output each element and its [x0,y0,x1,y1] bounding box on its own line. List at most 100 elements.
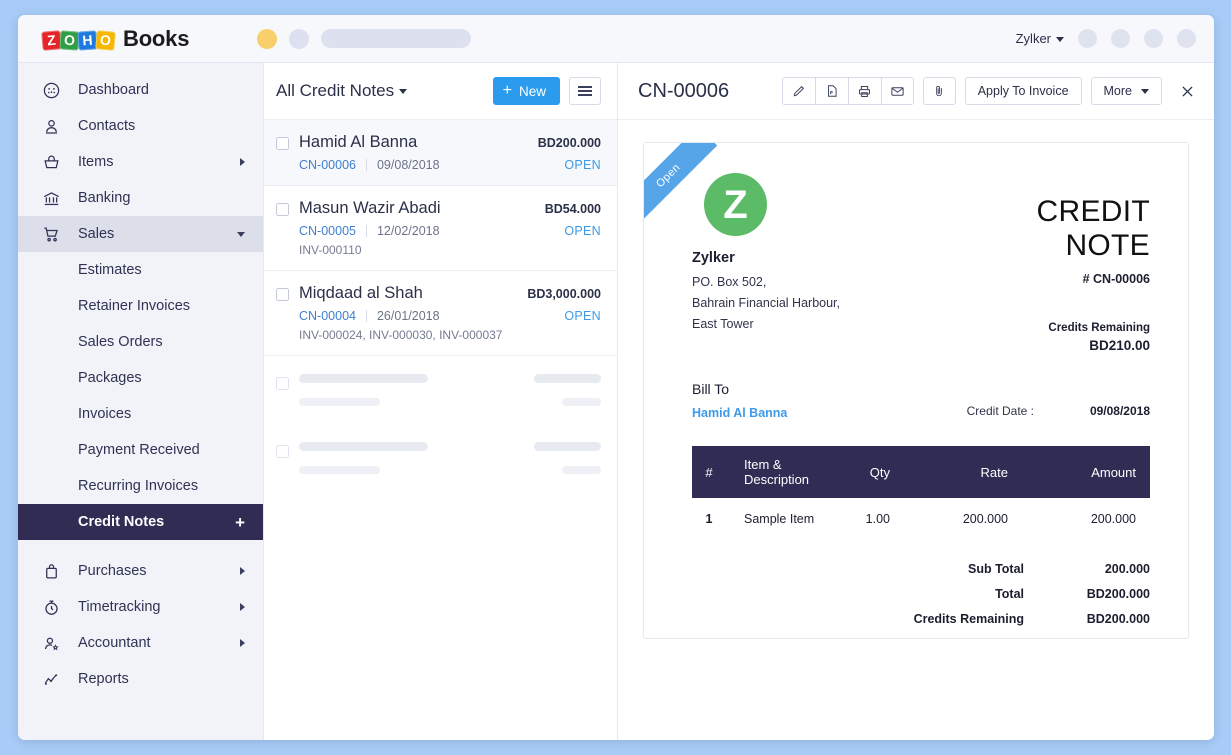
sidebar-item-label: Retainer Invoices [78,298,191,314]
envelope-icon[interactable] [880,77,914,105]
customer-name: Masun Wazir Abadi [299,199,441,217]
status-ribbon: Open [644,143,720,219]
chevron-down-icon [1141,88,1149,94]
total-label: Credits Remaining [913,612,1024,626]
more-button[interactable]: More [1090,77,1162,105]
row-checkbox[interactable] [276,377,289,390]
table-row[interactable]: Hamid Al Banna BD200.000 CN-00006 09/08/… [264,120,617,186]
sidebar-item-invoices[interactable]: Invoices [18,396,263,432]
sidebar-item-sales[interactable]: Sales [18,216,263,252]
table-row[interactable]: Masun Wazir Abadi BD54.000 CN-00005 12/0… [264,186,617,271]
line-items-body: 1 Sample Item 1.00 200.000 200.000 [692,498,1150,540]
hamburger-line [578,86,592,88]
skeleton-bar [562,466,601,474]
status-ribbon-label: Open [644,143,718,219]
sidebar-item-label: Reports [78,671,129,687]
row-checkbox[interactable] [276,288,289,301]
add-credit-note-button[interactable]: + [235,514,245,531]
list-filter-label: All Credit Notes [276,81,395,100]
org-switcher-label: Zylker [1015,31,1051,46]
column-header-index: # [692,446,726,498]
paperclip-icon[interactable] [922,77,956,105]
list-scroll-area[interactable]: Hamid Al Banna BD200.000 CN-00006 09/08/… [264,120,617,740]
row-checkbox[interactable] [276,203,289,216]
new-credit-note-button[interactable]: + New [492,77,560,105]
brand[interactable]: Z O H O Books [41,26,189,52]
sidebar-item-timetracking[interactable]: Timetracking [18,589,263,625]
sidebar-item-banking[interactable]: Banking [18,180,263,216]
sidebar-item-payment-received[interactable]: Payment Received [18,432,263,468]
main-body: Dashboard Contacts Items Banking Sales E… [18,63,1214,740]
sidebar-item-retainer-invoices[interactable]: Retainer Invoices [18,288,263,324]
bag-icon [42,562,66,581]
sidebar-item-label: Recurring Invoices [78,478,199,494]
org-switcher[interactable]: Zylker [1016,31,1064,46]
org-address-line: PO. Box 502, [692,275,767,289]
notification-dot-icon[interactable] [257,28,278,49]
skeleton-bar [562,398,601,406]
sidebar-item-label: Purchases [78,563,147,579]
skeleton-line [299,442,601,451]
pdf-file-icon[interactable] [814,77,848,105]
cart-icon [42,225,66,244]
row-content: Miqdaad al Shah BD3,000.000 CN-00004 26/… [299,284,601,342]
search-input[interactable] [321,29,472,48]
edit-pencil-icon[interactable] [781,77,815,105]
chevron-right-icon [240,567,245,575]
sidebar-item-estimates[interactable]: Estimates [18,252,263,288]
sidebar-item-purchases[interactable]: Purchases [18,553,263,589]
row-checkbox[interactable] [276,137,289,150]
credit-note-number[interactable]: CN-00004 [299,309,356,323]
apply-to-invoice-button[interactable]: Apply To Invoice [964,77,1082,105]
printer-icon[interactable] [847,77,881,105]
avatar[interactable] [1177,29,1196,48]
sidebar-item-contacts[interactable]: Contacts [18,108,263,144]
detail-toolbar: Apply To Invoice More [781,77,1198,105]
column-header-item: Item & Description [726,446,815,498]
credit-note-date: 26/01/2018 [376,309,440,323]
topbar-icon-3[interactable] [1144,29,1163,48]
bank-icon [42,189,66,208]
sidebar-item-dashboard[interactable]: Dashboard [18,72,263,108]
row-primary-line: Hamid Al Banna BD200.000 [299,133,601,152]
bill-to-customer-link[interactable]: Hamid Al Banna [692,406,967,420]
sidebar-item-recurring-invoices[interactable]: Recurring Invoices [18,468,263,504]
credit-note-number[interactable]: CN-00005 [299,224,356,238]
sidebar-item-items[interactable]: Items [18,144,263,180]
credit-note-document: Open Z Zylker PO. Box 502, Bahrain Finan… [643,142,1189,639]
bill-to-block: Bill To Hamid Al Banna [692,381,967,420]
sidebar-item-sales-orders[interactable]: Sales Orders [18,324,263,360]
sidebar: Dashboard Contacts Items Banking Sales E… [18,63,264,740]
sidebar-item-label: Estimates [78,262,142,278]
sidebar-item-accountant[interactable]: Accountant [18,625,263,661]
sidebar-item-packages[interactable]: Packages [18,360,263,396]
table-row[interactable]: Miqdaad al Shah BD3,000.000 CN-00004 26/… [264,271,617,356]
sidebar-item-label: Sales [78,226,115,242]
row-secondary-line: CN-00004 26/01/2018 OPEN [299,309,601,323]
topbar-icon-2[interactable] [1111,29,1130,48]
placeholder-dot-icon[interactable] [289,28,310,49]
close-icon[interactable] [1176,80,1198,102]
sidebar-item-credit-notes[interactable]: Credit Notes + [18,504,263,540]
contacts-icon [42,117,66,136]
cell-item: Sample Item [744,512,815,526]
cell-index: 1 [705,512,713,526]
org-name: Zylker [692,250,735,266]
column-header-amount: Amount [1030,446,1150,498]
detail-body: Open Z Zylker PO. Box 502, Bahrain Finan… [618,120,1214,740]
row-checkbox[interactable] [276,445,289,458]
credit-note-number[interactable]: CN-00006 [299,158,356,172]
sidebar-item-label: Invoices [78,406,132,422]
org-address-line: East Tower [692,317,754,331]
bill-to-label: Bill To [692,381,730,397]
chevron-right-icon [240,603,245,611]
list-view-toggle-button[interactable] [569,77,601,105]
linked-invoices: INV-000110 [299,243,362,257]
row-amount: BD3,000.000 [527,287,601,301]
list-filter-dropdown[interactable]: All Credit Notes [276,81,408,101]
topbar-icon-1[interactable] [1078,29,1097,48]
sidebar-item-reports[interactable]: Reports [18,661,263,697]
skeleton-line [299,374,601,383]
skeleton-bar [299,374,428,383]
credit-notes-list-panel: All Credit Notes + New Hamid Al Banna BD… [264,63,618,740]
